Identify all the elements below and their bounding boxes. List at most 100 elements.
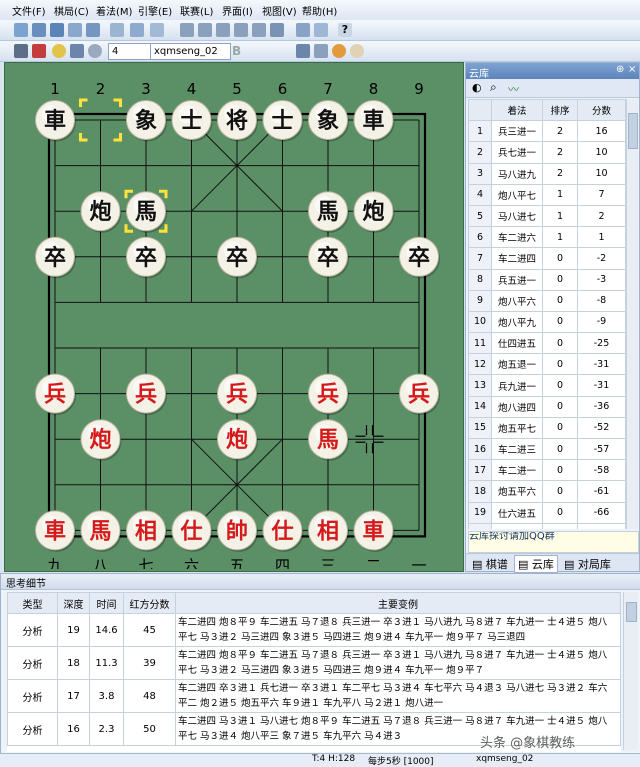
trend-icon[interactable]: 〰 [508, 81, 519, 97]
piece-black[interactable]: 車 [35, 100, 77, 142]
piece-red[interactable]: 相 [126, 510, 168, 552]
think-col-depth[interactable]: 深度 [57, 592, 90, 614]
prev-move-icon[interactable] [198, 23, 212, 37]
cloud-row[interactable]: 19 仕六进五 0 -66 [468, 501, 626, 524]
cloud-row[interactable]: 12 炮五退一 0 -31 [468, 353, 626, 376]
engine-red-icon[interactable] [32, 44, 46, 58]
piece-black[interactable]: 馬 [126, 191, 168, 233]
cloud-row[interactable]: 1 兵三进一 2 16 [468, 120, 626, 143]
cloud-row[interactable]: 4 炮八平七 1 7 [468, 183, 626, 206]
piece-red[interactable]: 馬 [80, 510, 122, 552]
cloud-row[interactable]: 16 车二进三 0 -57 [468, 437, 626, 461]
cloud-col-rank[interactable]: 排序 [542, 99, 578, 122]
think-row[interactable]: 分析 19 14.6 45 车二进四 炮８平９ 车二进五 马７退８ 兵三进一 卒３进１ … [7, 613, 621, 647]
query-icon[interactable]: ◐ [472, 81, 482, 94]
screen-icon[interactable] [150, 23, 164, 37]
piece-black[interactable]: 卒 [217, 236, 259, 279]
piece-red[interactable]: 仕 [262, 510, 304, 552]
think-col-score[interactable]: 红方分数 [123, 592, 176, 614]
think-scroll-thumb[interactable] [626, 602, 637, 622]
piece-red[interactable]: 炮 [80, 419, 122, 461]
piece-black[interactable]: 卒 [399, 236, 441, 279]
people-icon[interactable] [314, 44, 328, 58]
next-move-icon[interactable] [216, 23, 230, 37]
menu-moves[interactable]: 着法(M) [96, 3, 132, 18]
piece-red[interactable]: 車 [35, 510, 77, 552]
cloud-row[interactable]: 2 兵七进一 2 10 [468, 141, 626, 164]
engine-select[interactable]: xqmseng_02 [150, 43, 231, 60]
piece-red[interactable]: 兵 [35, 373, 77, 416]
piece-black[interactable]: 士 [171, 100, 213, 142]
menu-file[interactable]: 文件(F) [12, 3, 46, 18]
think-row[interactable]: 分析 17 3.8 48 车二进四 卒３进１ 兵七进一 卒３进１ 车二平七 马３进４ 车… [7, 679, 621, 713]
cloud-row[interactable]: 18 炮五平六 0 -61 [468, 480, 626, 503]
close-icon[interactable]: × [628, 64, 636, 75]
open-icon[interactable] [32, 23, 46, 37]
first-move-icon[interactable] [180, 23, 194, 37]
piece-black[interactable]: 卒 [308, 236, 350, 279]
cloud-row[interactable]: 6 车二进六 1 1 [468, 226, 626, 249]
piece-black[interactable]: 炮 [80, 191, 122, 233]
bold-icon[interactable]: B [232, 44, 241, 58]
think-row[interactable]: 分析 18 11.3 39 车二进四 炮８平９ 车二进五 马７退８ 兵三进一 卒３进１ … [7, 646, 621, 680]
cloud-row[interactable]: 9 炮八平六 0 -8 [468, 289, 626, 312]
cloud-row[interactable]: 17 车二进一 0 -58 [468, 459, 626, 482]
piece-black[interactable]: 象 [308, 100, 350, 142]
menu-interface[interactable]: 界面(I) [222, 3, 253, 18]
cloud-row[interactable]: 14 炮八进四 0 -36 [468, 395, 626, 418]
tab-record[interactable]: ▤ 棋谱 [472, 556, 508, 572]
stop-icon[interactable] [270, 23, 284, 37]
board-icon[interactable] [110, 23, 124, 37]
black-piece-icon[interactable] [350, 44, 364, 58]
piece-red[interactable]: 馬 [308, 419, 350, 461]
think-scrollbar[interactable] [623, 592, 638, 750]
cloud-row[interactable]: 11 仕四进五 0 -25 [468, 332, 626, 355]
menu-engine[interactable]: 引擎(E) [138, 3, 172, 18]
edit-icon[interactable] [86, 23, 100, 37]
piece-red[interactable]: 兵 [126, 373, 168, 416]
xiangqi-board[interactable]: 1 2 3 4 5 6 7 8 9九八七六五四三二一 車象士将士象車炮馬馬炮卒卒卒卒卒兵兵兵兵兵… [7, 65, 461, 569]
settings-icon[interactable] [88, 44, 102, 58]
cloud-row[interactable]: 5 马八进七 1 2 [468, 204, 626, 228]
menu-view[interactable]: 视图(V) [262, 3, 297, 18]
depth-select[interactable]: 4 [108, 43, 153, 60]
cloud-row[interactable]: 8 兵五进一 0 -3 [468, 268, 626, 291]
display-icon[interactable] [296, 44, 310, 58]
piece-black[interactable]: 象 [126, 100, 168, 142]
search-icon[interactable]: ⌕ [490, 80, 497, 95]
cloud-row[interactable]: 10 炮八平九 0 -9 [468, 310, 626, 334]
piece-red[interactable]: 兵 [399, 373, 441, 416]
think-col-time[interactable]: 时间 [89, 592, 124, 614]
menu-help[interactable]: 帮助(H) [302, 3, 337, 18]
cloud-row[interactable]: 3 马八进九 2 10 [468, 162, 626, 185]
save-icon[interactable] [50, 23, 64, 37]
piece-black[interactable]: 炮 [353, 191, 395, 233]
search-icon[interactable] [70, 44, 84, 58]
hint-icon[interactable] [52, 44, 66, 58]
pin-icon[interactable]: ⊕ [616, 64, 624, 75]
cloud-row[interactable]: 15 炮五平七 0 -52 [468, 416, 626, 440]
piece-red[interactable]: 帥 [217, 510, 259, 552]
grid-icon[interactable] [130, 23, 144, 37]
think-col-type[interactable]: 类型 [7, 592, 58, 614]
tab-cloud[interactable]: ▤ 云库 [514, 555, 558, 573]
menu-game[interactable]: 棋局(C) [54, 3, 89, 18]
piece-black[interactable]: 馬 [308, 191, 350, 233]
print-icon[interactable] [314, 23, 328, 37]
piece-red[interactable]: 兵 [217, 373, 259, 416]
cloud-row[interactable]: 13 兵九进一 0 -31 [468, 374, 626, 397]
piece-black[interactable]: 卒 [35, 236, 77, 279]
piece-black[interactable]: 将 [217, 100, 259, 142]
piece-red[interactable]: 炮 [217, 419, 259, 461]
piece-red[interactable]: 相 [308, 510, 350, 552]
piece-black[interactable]: 士 [262, 100, 304, 142]
piece-black[interactable]: 卒 [126, 236, 168, 279]
cloud-row[interactable]: 7 车二进四 0 -2 [468, 247, 626, 270]
think-col-pv[interactable]: 主要变例 [175, 592, 621, 614]
rotate-icon[interactable] [252, 23, 266, 37]
tab-database[interactable]: ▤ 对局库 [564, 556, 611, 572]
cloud-scrollbar[interactable] [626, 99, 638, 529]
cloud-row[interactable]: 20炮八进二0-67 [468, 522, 626, 529]
piece-red[interactable]: 車 [353, 510, 395, 552]
piece-red[interactable]: 仕 [171, 510, 213, 552]
